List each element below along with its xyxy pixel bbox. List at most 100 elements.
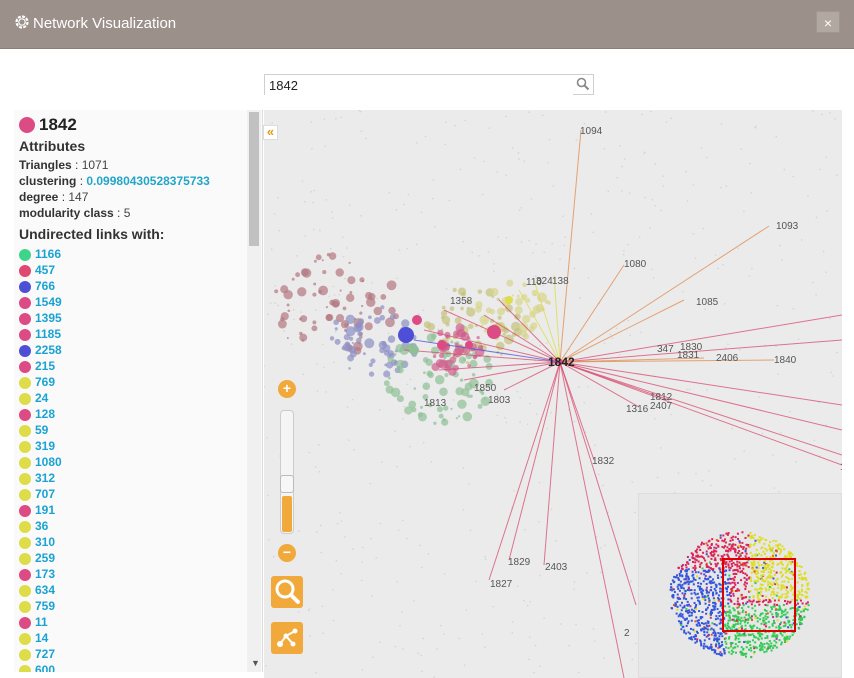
graph-node[interactable] — [511, 294, 514, 297]
graph-node[interactable] — [380, 305, 385, 310]
graph-node[interactable] — [438, 413, 444, 419]
scroll-down-arrow[interactable]: ▼ — [251, 658, 260, 668]
graph-node[interactable] — [345, 293, 355, 303]
link-item[interactable]: 319 — [19, 438, 62, 454]
minimap[interactable] — [638, 493, 842, 678]
link-node-id[interactable]: 766 — [35, 279, 55, 293]
graph-node[interactable] — [387, 376, 391, 380]
graph-node[interactable] — [378, 340, 387, 350]
highlighted-node[interactable] — [409, 345, 419, 355]
zoom-out-button[interactable]: − — [278, 544, 296, 562]
graph-node[interactable] — [476, 335, 480, 340]
graph-node[interactable] — [388, 306, 396, 315]
scrollbar-thumb[interactable] — [249, 112, 259, 246]
graph-node[interactable] — [367, 315, 372, 320]
graph-node[interactable] — [325, 306, 329, 309]
graph-node[interactable] — [458, 356, 467, 364]
graph-node[interactable] — [433, 421, 437, 425]
graph-node[interactable] — [364, 322, 373, 331]
graph-node[interactable] — [466, 361, 470, 365]
graph-node[interactable] — [423, 321, 431, 329]
graph-node[interactable] — [364, 338, 375, 349]
link-item[interactable]: 215 — [19, 358, 62, 374]
link-node-id[interactable]: 59 — [35, 423, 48, 437]
link-node-id[interactable]: 259 — [35, 551, 55, 565]
link-item[interactable]: 191 — [19, 502, 62, 518]
link-node-id[interactable]: 2258 — [35, 343, 62, 357]
link-node-id[interactable]: 769 — [35, 375, 55, 389]
graph-node[interactable] — [380, 294, 387, 300]
zoom-slider-handle[interactable] — [280, 475, 294, 493]
graph-node[interactable] — [333, 319, 339, 326]
graph-node[interactable] — [413, 387, 417, 390]
graph-node[interactable] — [383, 380, 390, 387]
graph-node[interactable] — [349, 291, 353, 294]
highlighted-node[interactable] — [487, 325, 501, 339]
graph-node[interactable] — [483, 319, 486, 322]
graph-node[interactable] — [383, 350, 390, 356]
graph-node[interactable] — [417, 412, 423, 418]
graph-node[interactable] — [362, 352, 366, 356]
graph-node[interactable] — [345, 314, 356, 325]
link-item[interactable]: 1549 — [19, 294, 62, 310]
link-item[interactable]: 2258 — [19, 342, 62, 358]
graph-node[interactable] — [348, 261, 351, 265]
graph-node[interactable] — [443, 360, 446, 363]
graph-node[interactable] — [334, 338, 341, 345]
graph-node[interactable] — [356, 337, 362, 344]
graph-node[interactable] — [485, 307, 492, 314]
graph-node[interactable] — [301, 339, 305, 342]
highlighted-node[interactable] — [465, 341, 473, 349]
graph-node[interactable] — [379, 314, 386, 321]
link-item[interactable]: 36 — [19, 518, 62, 534]
graph-node[interactable] — [533, 293, 537, 297]
graph-node[interactable] — [466, 307, 476, 317]
graph-node[interactable] — [321, 259, 324, 262]
graph-node[interactable] — [518, 322, 529, 333]
zoom-slider[interactable] — [280, 410, 294, 534]
graph-node[interactable] — [318, 285, 329, 296]
graph-node[interactable] — [286, 336, 289, 339]
link-node-id[interactable]: 634 — [35, 583, 55, 597]
graph-node[interactable] — [453, 347, 463, 358]
graph-node[interactable] — [522, 314, 531, 324]
link-item[interactable]: 634 — [19, 582, 62, 598]
graph-node[interactable] — [368, 362, 373, 368]
graph-node[interactable] — [439, 352, 445, 359]
graph-node[interactable] — [477, 289, 483, 294]
graph-node[interactable] — [299, 317, 303, 321]
graph-node[interactable] — [312, 292, 317, 297]
link-item[interactable]: 600 — [19, 662, 62, 672]
link-node-id[interactable]: 14 — [35, 631, 48, 645]
graph-node[interactable] — [460, 306, 464, 311]
graph-node[interactable] — [342, 306, 347, 311]
graph-node[interactable] — [332, 300, 340, 308]
graph-node[interactable] — [483, 397, 486, 400]
graph-node[interactable] — [441, 418, 449, 426]
graph-node[interactable] — [313, 282, 317, 286]
search-input[interactable] — [265, 75, 573, 95]
graph-node[interactable] — [283, 289, 293, 300]
graph-node[interactable] — [514, 306, 523, 315]
graph-node[interactable] — [431, 362, 440, 372]
graph-node[interactable] — [430, 333, 437, 339]
graph-node[interactable] — [490, 287, 499, 297]
collapse-panel-button[interactable]: « — [263, 125, 278, 140]
graph-node[interactable] — [497, 307, 505, 316]
link-item[interactable]: 1185 — [19, 326, 62, 342]
graph-node[interactable] — [313, 259, 317, 263]
graph-node[interactable] — [441, 305, 446, 310]
link-item[interactable]: 11 — [19, 614, 62, 630]
graph-node[interactable] — [301, 268, 312, 278]
graph-node[interactable] — [393, 353, 397, 357]
graph-node[interactable] — [454, 317, 462, 324]
graph-node[interactable] — [397, 367, 404, 374]
link-item[interactable]: 759 — [19, 598, 62, 614]
graph-node[interactable] — [287, 309, 291, 313]
graph-node[interactable] — [475, 301, 483, 309]
graph-node[interactable] — [328, 252, 337, 260]
graph-node[interactable] — [450, 340, 454, 344]
link-node-id[interactable]: 36 — [35, 519, 48, 533]
highlighted-node[interactable] — [398, 327, 414, 343]
graph-node[interactable] — [312, 320, 317, 325]
